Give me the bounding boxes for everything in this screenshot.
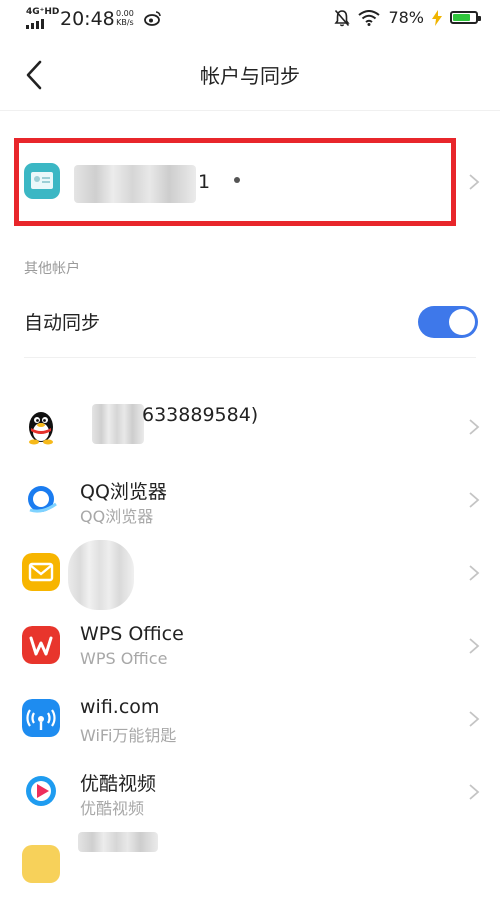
account-subtitle: WiFi万能钥匙 <box>80 726 177 745</box>
divider <box>24 357 476 358</box>
account-item-wifi[interactable]: wifi.com WiFi万能钥匙 <box>0 682 500 755</box>
account-subtitle: WPS Office <box>80 649 168 668</box>
account-name: WPS Office <box>80 623 184 645</box>
battery-fill <box>453 14 471 21</box>
clock: 20:48 <box>60 8 115 30</box>
battery-icon <box>450 11 481 24</box>
account-item-wps[interactable]: WPS Office WPS Office <box>0 609 500 682</box>
auto-sync-row: 自动同步 <box>0 290 500 358</box>
chevron-right-icon <box>469 492 480 508</box>
qq-penguin-icon <box>29 412 53 445</box>
mute-bell-icon <box>334 9 351 26</box>
account-subtitle: 优酷视频 <box>80 799 145 818</box>
network-type: 4G⁺HD <box>26 7 60 17</box>
status-bar: 4G⁺HD 20:48 0.00 KB/s 78% <box>0 0 500 40</box>
other-accounts-title: 其他帐户 <box>24 261 80 277</box>
account-name: wifi.com <box>80 696 160 718</box>
chevron-right-icon <box>469 565 480 581</box>
weibo-icon <box>144 11 161 26</box>
network-speed: 0.00 KB/s <box>116 9 134 27</box>
auto-sync-label: 自动同步 <box>24 312 101 334</box>
account-name: QQ浏览器 <box>80 481 167 503</box>
qq-browser-icon <box>22 480 60 518</box>
auto-sync-toggle[interactable] <box>418 306 478 338</box>
app-icon <box>22 845 60 883</box>
network-indicator: 4G⁺HD <box>26 8 59 29</box>
chevron-right-icon <box>469 784 480 800</box>
account-item-qq[interactable]: 633889584) <box>0 390 500 463</box>
charging-icon <box>432 9 442 26</box>
wps-office-icon <box>22 626 60 664</box>
account-name: 633889584) <box>142 404 259 426</box>
redacted-account-name <box>68 540 134 610</box>
chevron-right-icon <box>469 638 480 654</box>
chevron-right-icon <box>469 711 480 727</box>
network-speed-value: 0.00 <box>116 9 134 18</box>
account-name: 优酷视频 <box>80 773 157 795</box>
wifi-key-icon <box>22 699 60 737</box>
account-item-mail[interactable] <box>0 536 500 610</box>
app-header: 帐户与同步 <box>0 40 500 111</box>
redacted-account-name <box>92 404 144 444</box>
status-right: 78% <box>334 8 481 27</box>
account-item-youku[interactable]: 优酷视频 优酷视频 <box>0 755 500 828</box>
page-title: 帐户与同步 <box>200 64 300 88</box>
highlight-box <box>14 138 456 226</box>
toggle-knob <box>449 309 475 335</box>
chevron-right-icon <box>469 419 480 435</box>
mail-icon <box>22 553 60 591</box>
network-speed-unit: KB/s <box>116 18 134 27</box>
account-item-qq-browser[interactable]: QQ浏览器 QQ浏览器 <box>0 463 500 536</box>
battery-percent: 78% <box>388 8 424 27</box>
account-item-partial[interactable] <box>0 828 500 901</box>
account-subtitle: QQ浏览器 <box>80 507 154 526</box>
chevron-right-icon <box>469 174 480 190</box>
wifi-icon <box>358 9 381 26</box>
signal-icon <box>26 19 59 29</box>
redacted-account-name <box>78 832 158 852</box>
youku-icon <box>22 772 60 810</box>
